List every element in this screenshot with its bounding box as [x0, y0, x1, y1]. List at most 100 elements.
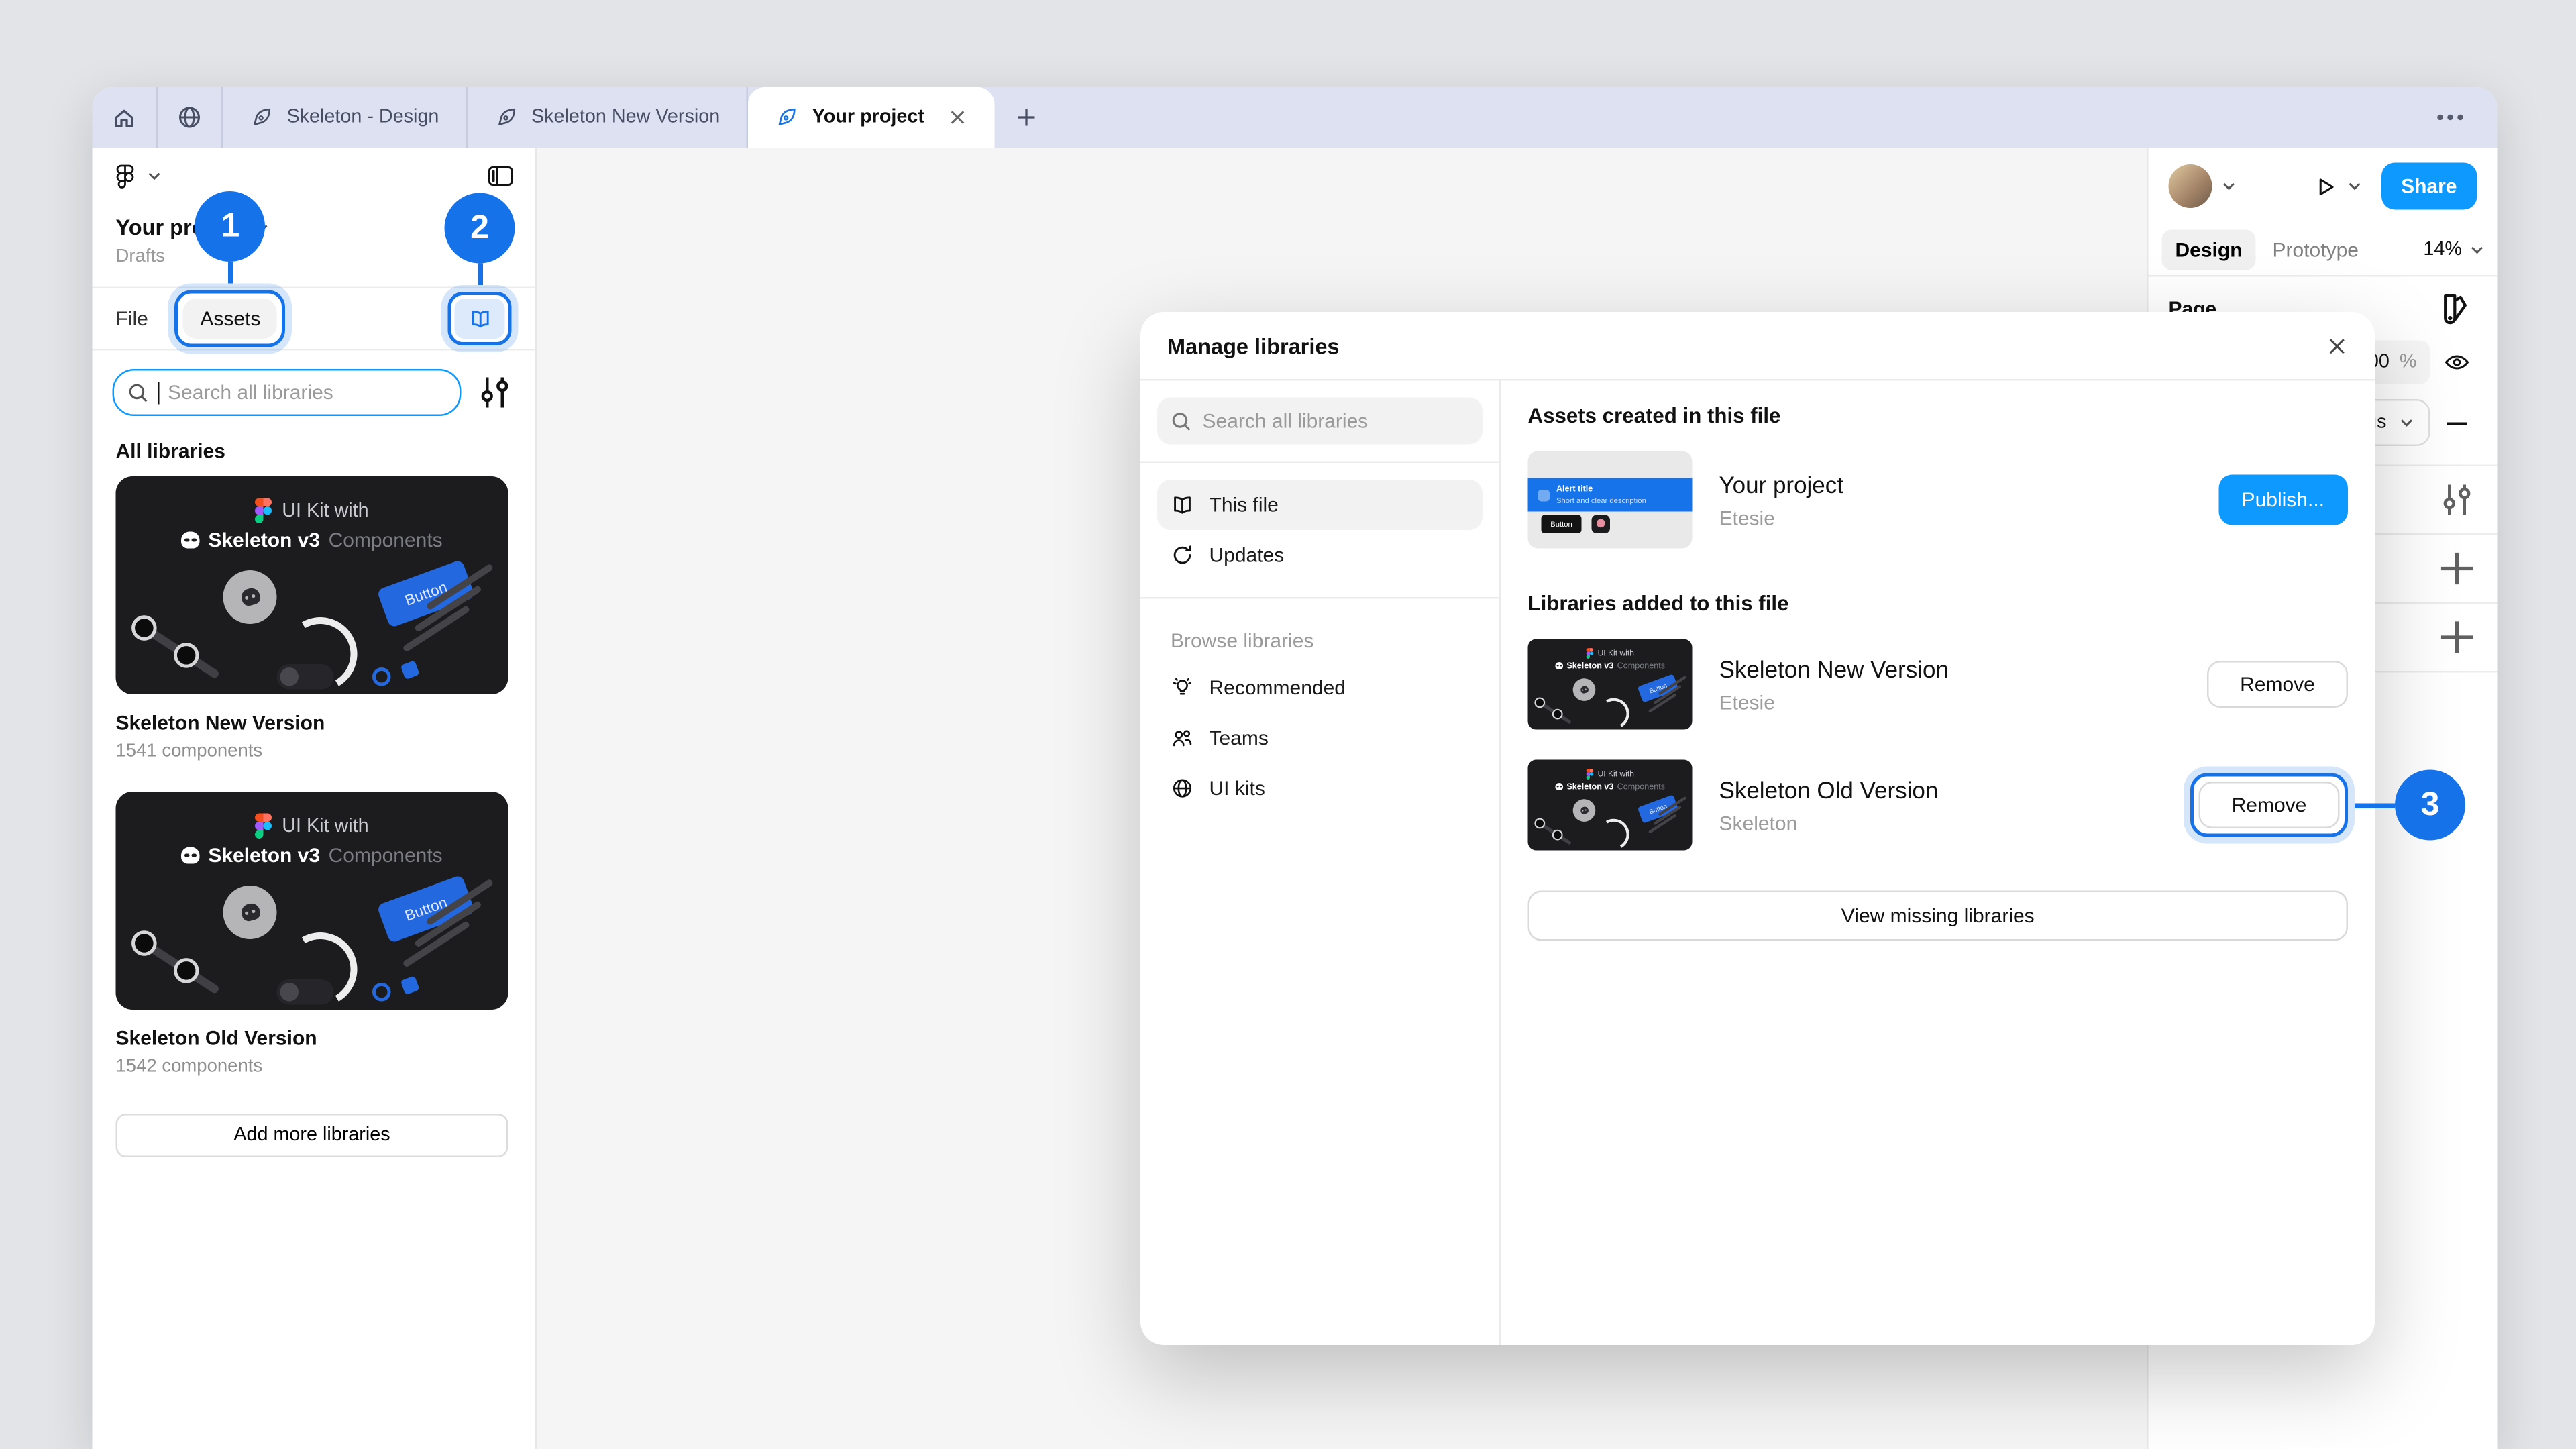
mode-tabs-row: Design Prototype 14%	[2149, 225, 2498, 277]
window-menu-button[interactable]	[2404, 87, 2498, 148]
book-icon	[1171, 493, 1194, 517]
browse-libraries-label: Browse libraries	[1157, 616, 1483, 663]
slider-component	[137, 621, 220, 680]
file-thumbnail: Alert title Short and clear description …	[1528, 451, 1693, 549]
library-row-skeleton-new-version: UI Kit with Skeleton v3Components Button	[1528, 639, 2349, 730]
plus-icon[interactable]	[2437, 549, 2477, 589]
zoom-level: 14%	[2423, 240, 2462, 260]
modal-close-button[interactable]	[2326, 335, 2349, 357]
figma-logo-mini-icon	[255, 498, 272, 524]
home-icon	[111, 104, 138, 131]
globe-icon	[176, 104, 203, 131]
tab-your-project[interactable]: Your project	[749, 87, 995, 148]
new-tab-button[interactable]	[995, 87, 1059, 148]
remove-theme-button[interactable]	[2437, 402, 2477, 443]
annotation-3-badge: 3	[2395, 770, 2465, 841]
tab-prototype[interactable]: Prototype	[2273, 238, 2359, 262]
annotation-3-ring: Remove	[2190, 773, 2348, 837]
remove-library-button[interactable]: Remove	[2207, 661, 2348, 708]
toggle-sidebar-icon[interactable]	[486, 163, 515, 190]
tab-label: Your project	[812, 107, 924, 127]
canvas[interactable]: Manage libraries Search all libraries	[537, 148, 2147, 1449]
figma-file-icon	[494, 106, 518, 129]
chevron-down-icon	[2471, 245, 2484, 255]
all-libraries-heading: All libraries	[93, 429, 535, 476]
publish-button[interactable]: Publish...	[2218, 475, 2348, 525]
library-cover: UI Kit with Skeleton v3Components Button	[116, 476, 508, 694]
community-button[interactable]	[158, 87, 221, 148]
chevron-down-icon[interactable]	[148, 171, 161, 181]
library-owner: Skeleton	[1719, 811, 1939, 835]
tab-assets[interactable]: Assets	[183, 299, 277, 339]
plus-icon	[1015, 106, 1038, 129]
tabbar-spacer	[1059, 87, 2404, 148]
plus-icon[interactable]	[2437, 617, 2477, 657]
library-card-skeleton-old-version[interactable]: UI Kit with Skeleton v3Components Button…	[116, 792, 512, 1077]
nav-this-file[interactable]: This file	[1157, 480, 1483, 530]
text-caret	[158, 382, 160, 404]
zoom-control[interactable]: 14%	[2423, 240, 2483, 260]
button-component: Button	[1542, 515, 1582, 534]
sliders-icon[interactable]	[2437, 480, 2477, 520]
manage-libraries-button[interactable]	[455, 299, 505, 339]
search-input[interactable]: Search all libraries	[113, 369, 462, 416]
close-tab-button[interactable]	[948, 107, 968, 127]
nav-updates[interactable]: Updates	[1157, 530, 1483, 580]
refresh-icon	[1171, 543, 1194, 567]
panel-tabs-row: File 1 Assets 2	[93, 288, 535, 351]
view-missing-libraries-button[interactable]: View missing libraries	[1528, 891, 2349, 941]
eye-icon	[2444, 351, 2471, 374]
add-more-libraries-button[interactable]: Add more libraries	[116, 1114, 508, 1157]
library-title: Skeleton Old Version	[116, 1026, 512, 1050]
home-button[interactable]	[93, 87, 156, 148]
skull-icon	[1556, 662, 1564, 669]
avatar[interactable]	[2169, 164, 2212, 208]
figma-logo-mini-icon	[1587, 769, 1594, 780]
styles-icon[interactable]	[2437, 288, 2477, 329]
library-search-row: Search all libraries	[93, 351, 535, 430]
library-row-skeleton-old-version: UI Kit with Skeleton v3Components Button	[1528, 760, 2349, 851]
present-icon[interactable]	[2312, 174, 2338, 199]
visibility-toggle[interactable]	[2437, 342, 2477, 382]
library-thumbnail: UI Kit with Skeleton v3Components Button	[1528, 639, 1693, 730]
annotation-2-target: 2	[448, 292, 512, 345]
nav-recommended[interactable]: Recommended	[1157, 663, 1483, 713]
tab-design[interactable]: Design	[2162, 230, 2256, 270]
modal-search-placeholder: Search all libraries	[1203, 409, 1368, 433]
annotation-1-target: 1 Assets	[175, 290, 286, 347]
accordion-component	[398, 899, 498, 962]
figma-app-window: Skeleton - Design Skeleton New Version Y…	[93, 87, 2498, 1449]
alert-icon	[1538, 489, 1550, 501]
remove-library-button[interactable]: Remove	[2199, 782, 2340, 828]
modal-search-input[interactable]: Search all libraries	[1157, 398, 1483, 445]
alert-component: Alert title Short and clear description	[1528, 478, 1693, 512]
nav-teams[interactable]: Teams	[1157, 713, 1483, 763]
tab-label: Skeleton - Design	[287, 107, 439, 127]
library-name: Skeleton Old Version	[1719, 775, 1939, 802]
close-icon	[2326, 335, 2349, 357]
modal-nav: Search all libraries This file Updates	[1140, 381, 1501, 1346]
figma-logo-icon[interactable]	[113, 163, 140, 190]
annotation-3-target: Remove 3	[2190, 773, 2348, 837]
share-button[interactable]: Share	[2381, 163, 2477, 210]
tab-file[interactable]: File	[116, 307, 148, 331]
annotation-1: 1	[195, 191, 266, 284]
chevron-down-icon[interactable]	[2347, 181, 2361, 191]
file-owner: Etesie	[1719, 506, 1844, 529]
left-sidebar: Your project Drafts File 1 Assets	[93, 148, 537, 1449]
checkbox-component	[400, 660, 420, 680]
annotation-2-ring	[448, 292, 512, 345]
toggle-component	[277, 979, 334, 1005]
slider-component	[137, 936, 220, 995]
tab-skeleton-new-version[interactable]: Skeleton New Version	[468, 87, 747, 148]
skull-icon	[181, 532, 200, 549]
library-card-skeleton-new-version[interactable]: UI Kit with Skeleton v3Components Button…	[116, 476, 512, 761]
chevron-down-icon[interactable]	[2222, 181, 2236, 191]
filter-icon[interactable]	[475, 372, 515, 413]
annotation-3-stem	[2355, 802, 2395, 808]
nav-ui-kits[interactable]: UI kits	[1157, 763, 1483, 814]
search-icon	[127, 382, 150, 404]
tab-skeleton-design[interactable]: Skeleton - Design	[223, 87, 466, 148]
minus-icon	[2445, 420, 2469, 425]
annotation-1-badge: 1	[195, 191, 266, 262]
